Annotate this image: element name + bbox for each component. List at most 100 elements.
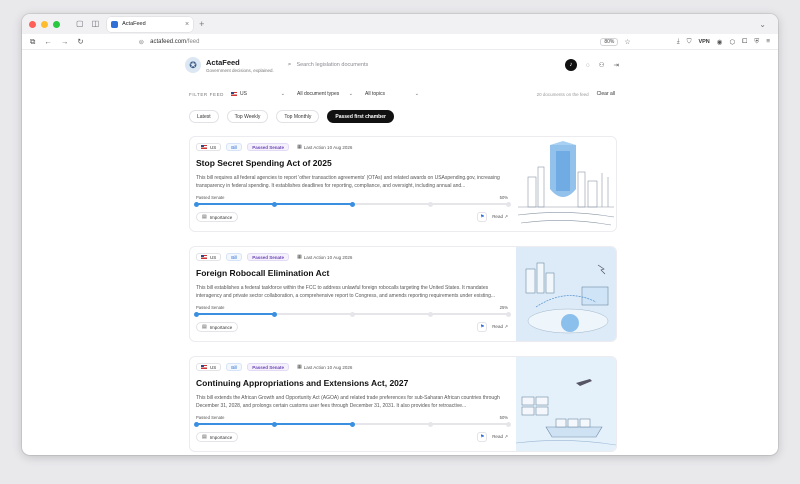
last-action: ▦ Last Action 10 Aug 2026	[297, 254, 352, 260]
sidebar-toggle-icon[interactable]: ▢	[76, 20, 84, 28]
bill-title[interactable]: Continuing Appropriations and Extensions…	[196, 378, 508, 388]
topic-select[interactable]: All topics ⌄	[363, 88, 421, 100]
country-select[interactable]: US ⌄	[229, 88, 287, 100]
importance-button[interactable]: ▤ Importance	[196, 322, 239, 332]
bill-card[interactable]: US Bill Passed Senate ▦ Last Action 10 Au…	[189, 356, 617, 452]
tab-passed-first-chamber[interactable]: Passed first chamber	[327, 110, 394, 123]
tab-title: ActaFeed	[122, 21, 146, 27]
puzzle-icon[interactable]: ⧠	[742, 38, 747, 46]
progress-stage-dot	[271, 201, 277, 207]
app-header: ✪ ActaFeed Government decisions, explain…	[185, 50, 619, 80]
progress-stage-dot	[271, 421, 277, 427]
progress-stage-dot	[505, 421, 511, 427]
back-arrow-icon[interactable]: ←	[44, 38, 52, 46]
clear-all-button[interactable]: Clear all	[597, 91, 615, 97]
document-type-select[interactable]: All document types ⌄	[295, 88, 355, 100]
bookmark-icon[interactable]: ⚑	[477, 322, 488, 332]
importance-label: Importance	[209, 434, 233, 440]
account-icon[interactable]: ◉	[717, 38, 723, 46]
document-count: 20 documents on the feed	[536, 91, 589, 97]
logout-icon[interactable]: ⇥	[614, 61, 619, 69]
browser-tab-actafeed[interactable]: ActaFeed ×	[107, 16, 194, 32]
notifications-bell-icon[interactable]: ♪	[564, 59, 577, 71]
vpn-label[interactable]: VPN	[698, 39, 709, 45]
tab-top-weekly[interactable]: Top Weekly	[226, 110, 269, 123]
bill-summary: This bill establishes a federal taskforc…	[196, 285, 496, 299]
bill-summary: This bill extends the African Growth and…	[196, 395, 500, 409]
importance-button[interactable]: ▤ Importance	[196, 432, 239, 442]
help-icon[interactable]: ◌	[586, 62, 590, 69]
country-chip: US	[196, 363, 222, 371]
bookmark-icon[interactable]: ⚑	[477, 432, 488, 442]
filter-feed-label: FILTER FEED	[189, 91, 225, 97]
progress-stage-label: Passed Senate	[196, 305, 225, 310]
browser-window: ▢ ◫ ActaFeed × + ⌄ ⧉ ← → ↻ ⊚ actafeed.co…	[22, 14, 778, 455]
read-label: Read	[492, 214, 503, 219]
bill-title[interactable]: Stop Secret Spending Act of 2025	[196, 158, 508, 168]
tab-overflow-chevron-icon[interactable]: ⌄	[759, 20, 766, 29]
menu-icon[interactable]: ≡	[766, 38, 770, 45]
calendar-icon: ▦	[297, 144, 302, 150]
reload-icon[interactable]: ↻	[77, 38, 83, 46]
progress-stage-dot	[349, 311, 355, 317]
favicon-icon	[111, 20, 119, 28]
address-bar[interactable]: ⊚ actafeed.com/feed 80% ☆	[139, 36, 631, 48]
country-chip-label: US	[210, 364, 217, 370]
search-placeholder: Search legislation documents	[296, 62, 369, 68]
us-flag-icon	[201, 365, 207, 369]
navigation-bar: ⧉ ← → ↻ ⊚ actafeed.com/feed 80% ☆ ⤓ ⛉ VP…	[22, 34, 778, 50]
actafeed-logo-icon[interactable]: ✪	[185, 57, 201, 73]
read-link[interactable]: Read ↗	[492, 214, 508, 220]
progress-stage-dot	[193, 421, 199, 427]
bookmark-star-icon[interactable]: ☆	[624, 38, 630, 46]
read-link[interactable]: Read ↗	[492, 324, 508, 330]
tab-group-icon[interactable]: ◫	[92, 20, 100, 28]
importance-button[interactable]: ▤ Importance	[196, 212, 239, 222]
close-tab-icon[interactable]: ×	[185, 21, 189, 28]
progress-stage-dot	[505, 311, 511, 317]
download-icon[interactable]: ⤓	[677, 38, 680, 46]
importance-label: Importance	[209, 324, 233, 330]
read-link[interactable]: Read ↗	[492, 434, 508, 440]
progress-header: Passed Senate 50%	[196, 195, 508, 200]
country-value: US	[240, 91, 247, 97]
zoom-window-button[interactable]	[53, 20, 60, 28]
bill-illustration-cargo-port	[516, 357, 616, 451]
close-window-button[interactable]	[29, 20, 36, 28]
importance-label: Importance	[209, 214, 233, 220]
shield-icon[interactable]: ⛨	[754, 38, 759, 46]
sidebar-icon[interactable]: ⧉	[30, 38, 35, 46]
tab-latest[interactable]: Latest	[189, 110, 219, 123]
bookmark-icon[interactable]: ⚑	[477, 212, 488, 222]
user-profile-icon[interactable]: ⚇	[599, 61, 605, 69]
extension-icon[interactable]: ⬡	[729, 38, 735, 46]
us-flag-icon	[201, 255, 207, 259]
tab-top-monthly[interactable]: Top Monthly	[276, 110, 320, 123]
forward-arrow-icon[interactable]: →	[61, 38, 69, 46]
zoom-level-badge[interactable]: 80%	[600, 37, 619, 46]
feed-tabs: Latest Top Weekly Top Monthly Passed fir…	[189, 110, 394, 123]
bill-card[interactable]: US Bill Passed Senate ▦ Last Action 10 Au…	[189, 136, 617, 232]
us-flag-icon	[231, 91, 237, 96]
site-info-icon[interactable]: ⊚	[139, 38, 144, 46]
read-label: Read	[492, 434, 503, 439]
minimize-window-button[interactable]	[41, 20, 48, 28]
brand-name: ActaFeed	[206, 57, 240, 67]
progress-stage-dot	[271, 311, 277, 317]
type-chip: Bill	[226, 143, 243, 151]
filter-feed-row: FILTER FEED US ⌄ All document types ⌄ Al…	[189, 88, 615, 100]
bill-card-body: US Bill Passed Senate ▦ Last Action 10 Au…	[193, 143, 511, 222]
new-tab-button[interactable]: +	[199, 19, 204, 29]
bill-card[interactable]: US Bill Passed Senate ▦ Last Action 10 Au…	[189, 246, 617, 342]
progress-stage-dot	[427, 311, 433, 317]
bill-meta: US Bill Passed Senate ▦ Last Action 10 Au…	[196, 253, 508, 261]
bill-title[interactable]: Foreign Robocall Elimination Act	[196, 268, 508, 278]
progress-percent: 50%	[499, 195, 508, 200]
arrow-up-right-icon: ↗	[504, 214, 508, 219]
url-path: /feed	[186, 38, 200, 45]
search-input[interactable]: ⌕ Search legislation documents	[288, 58, 544, 72]
status-badge: Passed Senate	[247, 143, 290, 151]
progress-stage-dot	[505, 201, 511, 207]
country-chip-label: US	[210, 254, 217, 260]
vpn-shield-icon[interactable]: ⛉	[687, 38, 692, 46]
